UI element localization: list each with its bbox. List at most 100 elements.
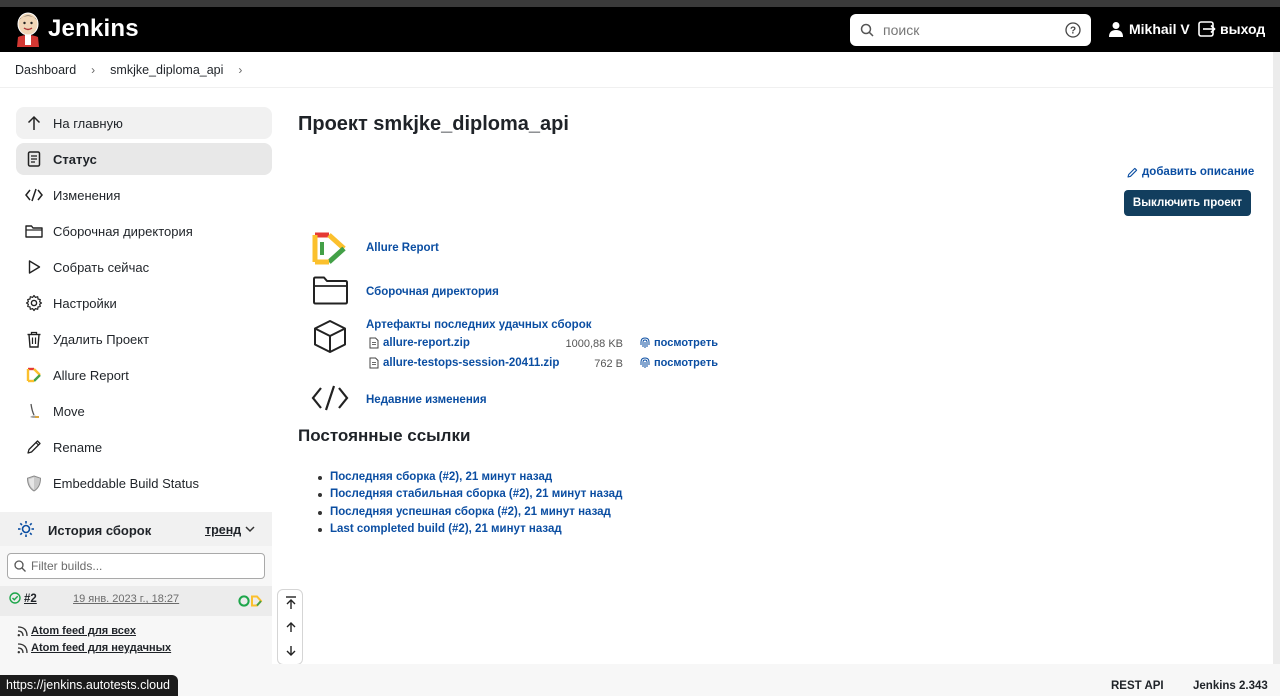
gear-icon bbox=[25, 294, 43, 312]
breadcrumb: Dashboard › smkjke_diploma_api › bbox=[0, 52, 1280, 88]
trend-link[interactable]: тренд bbox=[205, 523, 241, 537]
breadcrumb-separator-icon[interactable]: › bbox=[91, 63, 95, 77]
file-icon bbox=[369, 337, 379, 349]
sidebar-item-delete-project[interactable]: Удалить Проект bbox=[16, 323, 272, 355]
filter-builds-input[interactable] bbox=[31, 558, 256, 574]
jenkins-butler-icon bbox=[17, 12, 39, 47]
breadcrumb-project[interactable]: smkjke_diploma_api bbox=[110, 63, 223, 77]
permalink-item[interactable]: Last completed build (#2), 21 минут наза… bbox=[317, 523, 622, 540]
status-bar-url: https://jenkins.autotests.cloud bbox=[0, 675, 178, 696]
permalink-item[interactable]: Последняя успешная сборка (#2), 21 минут… bbox=[317, 506, 622, 523]
add-description-link[interactable]: добавить описание bbox=[1127, 166, 1254, 178]
sidebar-item-status[interactable]: Статус bbox=[16, 143, 272, 175]
sidebar-item-move[interactable]: Move bbox=[16, 395, 272, 427]
build-date-link[interactable]: 19 янв. 2023 г., 18:27 bbox=[73, 593, 179, 605]
atom-feed-all-link[interactable]: Atom feed для всех bbox=[17, 625, 136, 637]
logout-link[interactable]: выход bbox=[1198, 21, 1265, 37]
sidebar-item-embeddable-build-status[interactable]: Embeddable Build Status bbox=[16, 467, 272, 499]
rest-api-link[interactable]: REST API bbox=[1111, 680, 1164, 692]
user-name: Mikhail V bbox=[1129, 21, 1190, 37]
help-icon[interactable]: ? bbox=[1065, 22, 1081, 38]
artifact-link[interactable]: allure-testops-session-20411.zip bbox=[383, 357, 559, 369]
permalink-item[interactable]: Последняя стабильная сборка (#2), 21 мин… bbox=[317, 488, 622, 505]
file-icon bbox=[369, 357, 379, 369]
logout-icon bbox=[1198, 21, 1216, 37]
allure-report-icon[interactable] bbox=[312, 232, 348, 265]
pencil-icon bbox=[1127, 167, 1138, 178]
sidebar-item-allure-report[interactable]: Allure Report bbox=[16, 359, 272, 391]
jenkins-version-link[interactable]: Jenkins 2.343 bbox=[1193, 680, 1268, 692]
search-box: ? bbox=[850, 14, 1091, 46]
logout-label: выход bbox=[1220, 21, 1266, 37]
recent-changes-link[interactable]: Недавние изменения bbox=[366, 394, 487, 406]
page-title: Проект smkjke_diploma_api bbox=[298, 113, 569, 135]
scroll-top-button[interactable] bbox=[283, 595, 299, 611]
search-input[interactable] bbox=[883, 20, 1053, 40]
scroll-controls bbox=[277, 589, 303, 665]
sidebar-item-changes[interactable]: Изменения bbox=[16, 179, 272, 211]
fingerprint-icon bbox=[640, 337, 650, 348]
window-top-strip bbox=[0, 0, 1280, 7]
rss-icon bbox=[17, 642, 28, 653]
build-history-title: История сборок bbox=[48, 523, 152, 538]
app-name: Jenkins bbox=[48, 15, 139, 42]
artifact-size: 1000,88 KB bbox=[565, 338, 624, 350]
arrow-up-icon bbox=[27, 115, 41, 130]
shield-icon bbox=[26, 474, 42, 492]
sidebar-item-home[interactable]: На главную bbox=[16, 107, 272, 139]
user-menu-link[interactable]: Mikhail V bbox=[1108, 21, 1190, 37]
artifact-link[interactable]: allure-report.zip bbox=[383, 337, 470, 349]
permalink-item[interactable]: Последняя сборка (#2), 21 минут назад bbox=[317, 471, 622, 488]
page-scrollbar[interactable] bbox=[1273, 52, 1280, 664]
user-icon bbox=[1109, 22, 1123, 37]
permalinks-list: Последняя сборка (#2), 21 минут назад По… bbox=[317, 471, 622, 540]
code-icon[interactable] bbox=[311, 384, 349, 412]
document-icon bbox=[27, 151, 41, 167]
package-icon bbox=[314, 320, 346, 353]
artifact-row: allure-report.zip bbox=[369, 337, 470, 349]
search-icon bbox=[14, 560, 26, 572]
play-icon bbox=[28, 260, 41, 274]
build-history-panel: История сборок тренд #2 19 янв. 2023 г.,… bbox=[0, 512, 272, 664]
sidebar-item-workspace[interactable]: Сборочная директория bbox=[16, 215, 272, 247]
atom-feed-failed-link[interactable]: Atom feed для неудачных bbox=[17, 642, 171, 654]
filter-builds-box bbox=[7, 553, 265, 579]
rss-icon bbox=[17, 625, 28, 636]
page-footer bbox=[0, 664, 1280, 696]
breadcrumb-dashboard[interactable]: Dashboard bbox=[15, 63, 76, 77]
sidebar-item-configure[interactable]: Настройки bbox=[16, 287, 272, 319]
artifact-row: allure-testops-session-20411.zip bbox=[369, 357, 559, 369]
artifacts-link[interactable]: Артефакты последних удачных сборок bbox=[366, 319, 591, 331]
arrow-down-icon bbox=[286, 646, 296, 656]
allure-report-link[interactable]: Allure Report bbox=[366, 242, 439, 254]
build-number-link[interactable]: #2 bbox=[24, 593, 37, 605]
permalinks-title: Постоянные ссылки bbox=[298, 426, 471, 445]
search-icon bbox=[860, 23, 874, 37]
sidebar-item-build-now[interactable]: Собрать сейчас bbox=[16, 251, 272, 283]
breadcrumb-separator-icon[interactable]: › bbox=[238, 63, 242, 77]
folder-icon[interactable] bbox=[312, 276, 349, 305]
chevron-down-icon[interactable] bbox=[245, 524, 255, 534]
folder-icon bbox=[25, 225, 43, 238]
top-header: Jenkins ? Mikhail V выход bbox=[0, 7, 1280, 52]
jenkins-logo-link[interactable]: Jenkins bbox=[14, 11, 139, 47]
workspace-link[interactable]: Сборочная директория bbox=[366, 286, 499, 298]
code-icon bbox=[25, 188, 43, 202]
disable-project-button[interactable]: Выключить проект bbox=[1124, 190, 1251, 216]
pencil-icon bbox=[27, 440, 41, 454]
allure-badge-icon[interactable] bbox=[238, 595, 264, 607]
allure-icon bbox=[26, 367, 41, 383]
artifact-view-link[interactable]: посмотреть bbox=[640, 337, 718, 349]
artifact-view-link[interactable]: посмотреть bbox=[640, 357, 718, 369]
scroll-up-button[interactable] bbox=[283, 619, 299, 635]
fingerprint-icon bbox=[640, 357, 650, 368]
build-row: #2 19 янв. 2023 г., 18:27 bbox=[0, 586, 272, 616]
artifact-size: 762 B bbox=[594, 358, 623, 370]
trash-icon bbox=[27, 331, 41, 348]
svg-text:?: ? bbox=[1070, 26, 1076, 37]
arrow-up-icon bbox=[286, 622, 296, 632]
sidebar-item-rename[interactable]: Rename bbox=[16, 431, 272, 463]
scroll-down-button[interactable] bbox=[283, 643, 299, 659]
success-check-icon bbox=[9, 592, 21, 604]
scroll-to-top-icon bbox=[286, 596, 296, 609]
